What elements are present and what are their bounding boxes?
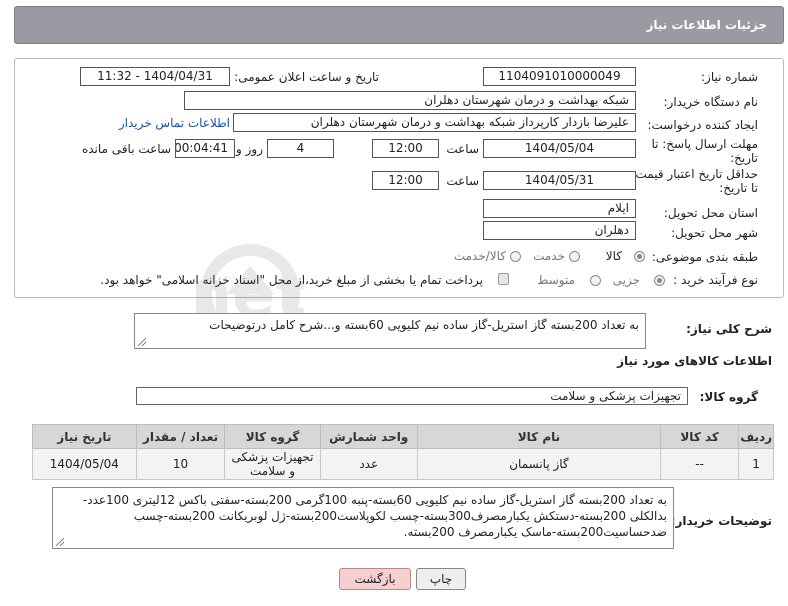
col-row-header: ردیف <box>738 424 774 449</box>
announce-field[interactable]: 1404/04/31 - 11:32 <box>80 67 230 86</box>
cell-qty: 10 <box>135 448 226 480</box>
table-header-row: ردیف کد کالا نام کالا واحد شمارش گروه کا… <box>32 424 774 449</box>
process-radio-medium[interactable] <box>590 275 601 286</box>
payment-note: پرداخت تمام یا بخشی از مبلغ خرید،از محل … <box>100 273 483 287</box>
general-desc-label: شرح کلی نیاز: <box>686 322 772 336</box>
remaining-label: ساعت باقی مانده <box>81 142 171 156</box>
process-option-medium: متوسط <box>537 273 575 287</box>
treasury-payment-checkbox[interactable] <box>498 273 509 285</box>
back-button[interactable]: بازگشت <box>339 568 411 590</box>
announce-label: تاریخ و ساعت اعلان عمومی: <box>234 70 379 84</box>
price-validity-time-label: ساعت <box>446 174 479 188</box>
buyer-notes-text: به تعداد 200بسته گاز استریل-گاز ساده نیم… <box>82 493 667 539</box>
goods-group-label: گروه کالا: <box>699 390 758 404</box>
category-radio-service[interactable] <box>569 251 580 262</box>
general-desc-text: به تعداد 200بسته گاز استریل-گاز ساده نیم… <box>209 318 639 332</box>
col-date-header: تاریخ نیاز <box>32 424 137 449</box>
category-radio-goods-service[interactable] <box>510 251 521 262</box>
days-label: روز و <box>236 142 263 156</box>
days-remaining-field[interactable]: 4 <box>267 139 334 158</box>
city-label: شهر محل تحویل: <box>671 226 758 240</box>
buyer-notes-label: توضیحات خریدار: <box>670 514 772 528</box>
buyer-org-field[interactable]: شبکه بهداشت و درمان شهرستان دهلران <box>184 91 636 110</box>
price-validity-date-field[interactable]: 1404/05/31 <box>483 171 636 190</box>
goods-section-title: اطلاعات کالاهای مورد نیاز <box>617 354 772 368</box>
page: جزئیات اطلاعات نیاز شماره نیاز: 11040910… <box>0 0 788 606</box>
need-number-label: شماره نیاز: <box>701 70 758 84</box>
requester-field[interactable]: علیرضا بازدار کارپرداز شبکه بهداشت و درم… <box>233 113 636 132</box>
category-option-goods-service: کالا/خدمت <box>453 249 506 263</box>
deadline-time-field[interactable]: 12:00 <box>372 139 439 158</box>
general-desc-field[interactable]: به تعداد 200بسته گاز استریل-گاز ساده نیم… <box>134 313 646 349</box>
table-row[interactable]: 1 -- گاز پانسمان عدد تجهیزات پزشکی و سلا… <box>32 448 774 480</box>
resize-grip-icon[interactable] <box>138 338 146 346</box>
deadline-label-date: تاریخ: <box>730 151 758 165</box>
price-validity-label-date: تا تاریخ: <box>719 181 758 195</box>
items-table: ردیف کد کالا نام کالا واحد شمارش گروه کا… <box>32 424 774 480</box>
buyer-contact-link[interactable]: اطلاعات تماس خریدار <box>119 116 230 130</box>
cell-name: گاز پانسمان <box>416 448 662 480</box>
header-bar: جزئیات اطلاعات نیاز <box>14 6 784 44</box>
page-title: جزئیات اطلاعات نیاز <box>646 18 767 32</box>
category-label: طبقه بندی موضوعی: <box>651 250 758 264</box>
cell-row: 1 <box>738 448 774 480</box>
cell-unit: عدد <box>319 448 418 480</box>
remaining-time-field[interactable]: 00:04:41 <box>175 139 235 158</box>
city-field[interactable]: دهلران <box>483 221 636 240</box>
category-option-goods: کالا <box>605 249 622 263</box>
cell-date: 1404/05/04 <box>32 448 137 480</box>
deadline-label: مهلت ارسال پاسخ: تا <box>651 137 758 151</box>
col-code-header: کد کالا <box>660 424 740 449</box>
col-name-header: نام کالا <box>416 424 662 449</box>
need-number-field[interactable]: 1104091010000049 <box>483 67 636 86</box>
deadline-date-field[interactable]: 1404/05/04 <box>483 139 636 158</box>
deadline-time-label: ساعت <box>446 142 479 156</box>
process-radio-small[interactable] <box>654 275 665 286</box>
col-unit-header: واحد شمارش <box>319 424 418 449</box>
requester-label: ایجاد کننده درخواست: <box>647 118 758 132</box>
price-validity-label: حداقل تاریخ اعتبار قیمت: <box>631 167 758 181</box>
print-button[interactable]: چاپ <box>416 568 466 590</box>
col-group-header: گروه کالا <box>224 424 321 449</box>
category-radio-goods[interactable] <box>634 251 645 262</box>
col-qty-header: تعداد / مقدار <box>135 424 226 449</box>
province-field[interactable]: ایلام <box>483 199 636 218</box>
category-option-service: خدمت <box>533 249 565 263</box>
price-validity-time-field[interactable]: 12:00 <box>372 171 439 190</box>
buyer-notes-field[interactable]: به تعداد 200بسته گاز استریل-گاز ساده نیم… <box>52 487 674 549</box>
process-label: نوع فرآیند خرید : <box>673 273 758 287</box>
buyer-org-label: نام دستگاه خریدار: <box>663 95 759 109</box>
process-option-small: جزیی <box>612 273 640 287</box>
cell-code: -- <box>660 448 740 480</box>
resize-grip-icon[interactable] <box>56 538 64 546</box>
province-label: استان محل تحویل: <box>663 206 758 220</box>
goods-group-field[interactable]: تجهیزات پزشکی و سلامت <box>136 387 688 405</box>
cell-group: تجهیزات پزشکی و سلامت <box>224 448 321 480</box>
